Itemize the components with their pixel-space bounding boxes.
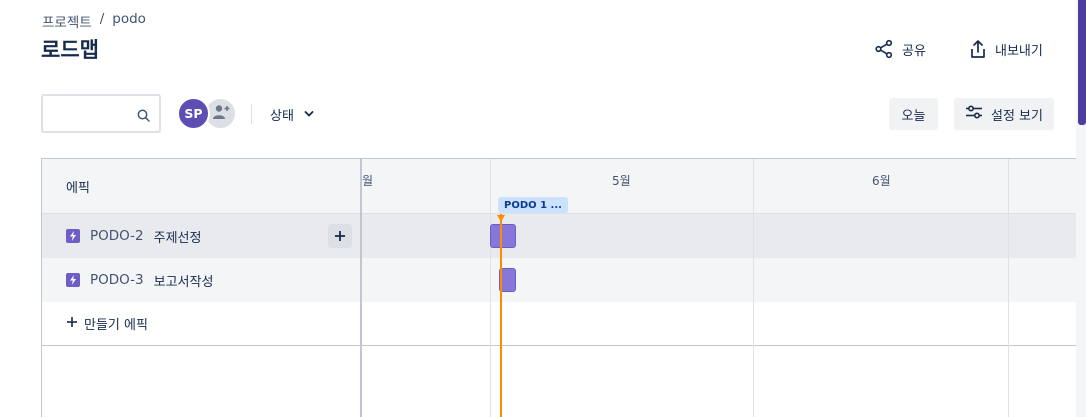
view-settings-label: 설정 보기 bbox=[991, 108, 1043, 124]
epic-bar[interactable] bbox=[490, 224, 516, 248]
epic-name[interactable]: 주제선정 bbox=[154, 227, 202, 246]
timeline-row bbox=[362, 258, 1076, 302]
breadcrumb-separator: / bbox=[99, 11, 105, 27]
export-button[interactable]: 내보내기 bbox=[969, 38, 1043, 60]
share-label: 공유 bbox=[902, 43, 926, 59]
status-filter[interactable]: 상태 bbox=[270, 104, 314, 124]
create-epic-button[interactable]: 만들기 에픽 bbox=[42, 302, 360, 346]
month-divider bbox=[753, 159, 754, 417]
scrollbar-thumb[interactable] bbox=[1078, 0, 1086, 125]
today-button[interactable]: 오늘 bbox=[889, 98, 938, 130]
epic-lightning-icon bbox=[66, 229, 80, 243]
timeline: 월 5월 6월 PODO 1 ... bbox=[362, 159, 1076, 417]
avatar-sp[interactable]: SP bbox=[177, 97, 210, 130]
plus-icon bbox=[66, 316, 78, 332]
month-divider bbox=[490, 159, 491, 417]
today-indicator bbox=[500, 214, 502, 417]
settings-sliders-icon bbox=[965, 105, 983, 123]
view-settings-button[interactable]: 설정 보기 bbox=[954, 98, 1054, 130]
roadmap-grid: 에픽 PODO-2 주제선정 PODO-3 보고서작성 만들기 에픽 월 5월 … bbox=[41, 158, 1076, 417]
epic-key[interactable]: PODO-3 bbox=[90, 272, 144, 288]
epic-column-title: 에픽 bbox=[66, 180, 90, 196]
status-filter-label: 상태 bbox=[270, 108, 294, 124]
breadcrumb: 프로젝트 / podo bbox=[42, 11, 146, 31]
export-label: 내보내기 bbox=[995, 43, 1043, 59]
today-marker bbox=[497, 215, 505, 222]
timeline-row bbox=[362, 214, 1076, 258]
timeline-row bbox=[362, 302, 1076, 346]
today-label: 오늘 bbox=[901, 108, 926, 124]
add-child-issue-button[interactable] bbox=[328, 224, 352, 248]
search-input[interactable] bbox=[41, 94, 161, 133]
epic-row[interactable]: PODO-2 주제선정 bbox=[42, 214, 360, 258]
epic-name[interactable]: 보고서작성 bbox=[154, 271, 214, 290]
chevron-down-icon bbox=[304, 107, 314, 122]
create-epic-label: 만들기 에픽 bbox=[84, 318, 148, 333]
epic-list-header: 에픽 bbox=[42, 159, 360, 214]
month-label: 5월 bbox=[612, 174, 631, 188]
timeline-header bbox=[362, 159, 1076, 214]
month-divider bbox=[1008, 159, 1009, 417]
epic-row[interactable]: PODO-3 보고서작성 bbox=[42, 258, 360, 302]
share-icon bbox=[874, 39, 894, 59]
plus-icon bbox=[335, 231, 345, 241]
month-label: 6월 bbox=[872, 174, 891, 188]
export-icon bbox=[969, 39, 987, 59]
toolbar-divider bbox=[251, 104, 252, 124]
add-person-icon bbox=[211, 102, 231, 125]
epic-key[interactable]: PODO-2 bbox=[90, 228, 144, 244]
search-icon bbox=[137, 107, 150, 126]
month-label: 월 bbox=[362, 174, 374, 188]
breadcrumb-projects[interactable]: 프로젝트 bbox=[42, 11, 92, 31]
epic-list-panel: 에픽 PODO-2 주제선정 PODO-3 보고서작성 만들기 에픽 bbox=[42, 159, 362, 417]
page-title: 로드맵 bbox=[41, 38, 99, 62]
share-button[interactable]: 공유 bbox=[874, 38, 926, 60]
breadcrumb-project[interactable]: podo bbox=[112, 11, 146, 31]
release-marker[interactable]: PODO 1 ... bbox=[498, 197, 568, 213]
epic-lightning-icon bbox=[66, 273, 80, 287]
